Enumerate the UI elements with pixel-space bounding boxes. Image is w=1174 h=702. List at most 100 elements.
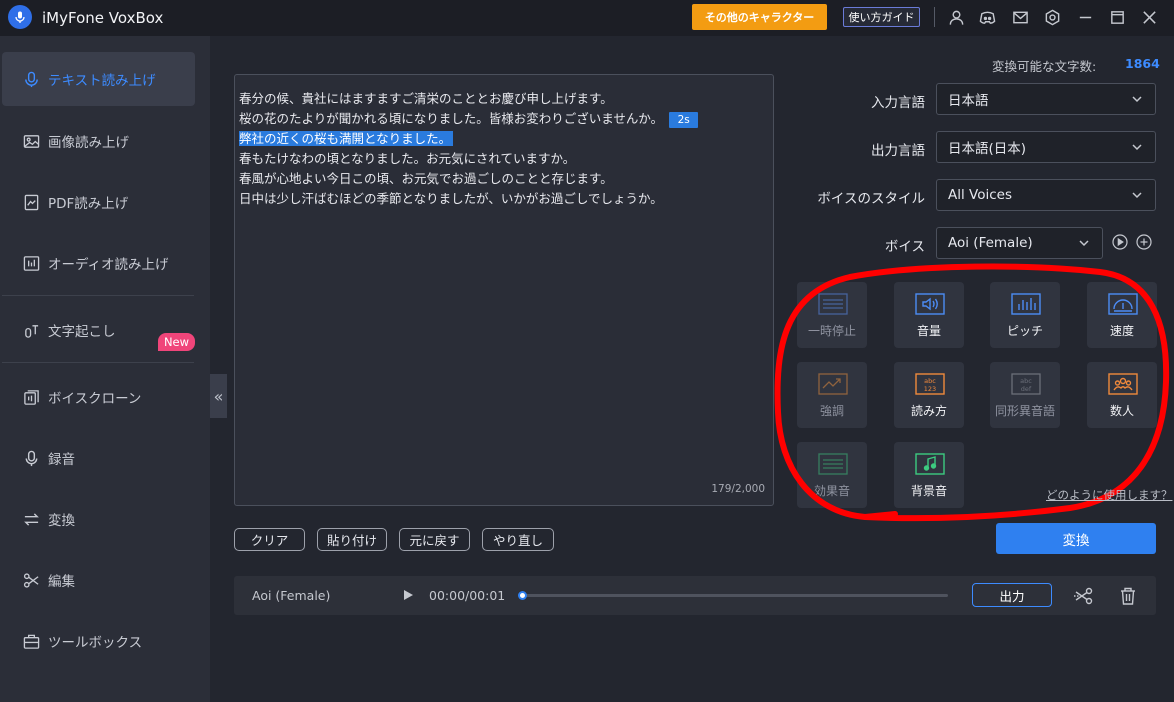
tile-label: 音量 <box>916 324 941 338</box>
speed-tile[interactable]: 速度 <box>1087 282 1157 348</box>
sidebar-item-recording[interactable]: 録音 <box>2 431 195 485</box>
audio-icon <box>22 254 40 272</box>
multi-voice-tile[interactable]: 数人 <box>1087 362 1157 428</box>
how-to-use-link[interactable]: どのように使用します？ <box>1046 487 1173 503</box>
app-title: iMyFone VoxBox <box>42 9 164 27</box>
chevron-down-icon <box>1132 96 1142 103</box>
sidebar-item-pdf-to-speech[interactable]: PDF読み上げ <box>2 175 195 229</box>
tile-label: 速度 <box>1109 324 1134 338</box>
svg-text:abc: abc <box>924 377 936 385</box>
convert-icon <box>22 510 40 528</box>
other-characters-button[interactable]: その他のキャラクター <box>692 4 827 30</box>
play-preview-icon[interactable] <box>1112 234 1128 250</box>
emphasis-icon <box>818 372 848 396</box>
pause-tile[interactable]: 一時停止 <box>797 282 867 348</box>
tile-label: 読み方 <box>910 404 947 418</box>
sidebar-item-label: ツールボックス <box>48 635 143 651</box>
undo-button[interactable]: 元に戻す <box>399 528 470 551</box>
text-editor[interactable]: 春分の候、貴社にはますますご清栄のこととお慶び申し上げます。 桜の花のたよりが聞… <box>234 74 774 506</box>
tile-label: ピッチ <box>1006 324 1043 338</box>
pause-tag[interactable]: 2s <box>669 111 699 128</box>
volume-tile[interactable]: 音量 <box>894 282 964 348</box>
voice-style-select[interactable]: All Voices <box>936 179 1156 211</box>
sidebar-item-label: PDF読み上げ <box>48 196 129 212</box>
input-language-select[interactable]: 日本語 <box>936 83 1156 115</box>
sidebar-item-convert[interactable]: 変換 <box>2 492 195 546</box>
reading-tile[interactable]: abc 123 読み方 <box>894 362 964 428</box>
homograph-icon: abc def <box>1011 372 1041 396</box>
text-line-content: 桜の花のたよりが聞かれる頃になりました。皆様お変わりございませんか。 <box>239 111 664 126</box>
text-line: 春分の候、貴社にはますますご清栄のこととお慶び申し上げます。 <box>239 91 613 106</box>
sidebar-divider <box>2 362 194 363</box>
transcribe-icon <box>22 321 40 339</box>
tile-label: 効果音 <box>813 484 850 498</box>
sidebar-item-label: オーディオ読み上げ <box>48 257 169 273</box>
redo-button[interactable]: やり直し <box>482 528 554 551</box>
tile-label: 一時停止 <box>807 324 856 338</box>
input-language-label: 入力言語 <box>871 95 925 111</box>
tile-label: 背景音 <box>910 484 947 498</box>
emphasis-tile[interactable]: 強調 <box>797 362 867 428</box>
scissors-icon[interactable] <box>1073 585 1095 607</box>
sound-effect-icon <box>818 452 848 476</box>
pitch-icon <box>1011 292 1041 316</box>
convert-button[interactable]: 変換 <box>996 523 1156 554</box>
sidebar-item-edit[interactable]: 編集 <box>2 553 195 607</box>
progress-track[interactable] <box>522 594 948 597</box>
selected-text: 弊社の近くの桜も満開となりました。 <box>239 131 454 146</box>
sidebar-item-label: 文字起こし <box>48 324 116 340</box>
paste-button[interactable]: 貼り付け <box>317 528 387 551</box>
sidebar-item-text-to-speech[interactable]: テキスト読み上げ <box>2 52 195 106</box>
output-language-select[interactable]: 日本語(日本) <box>936 131 1156 163</box>
guide-button[interactable]: 使い方ガイド <box>843 7 920 27</box>
minimize-icon[interactable] <box>1075 7 1095 27</box>
sidebar-item-audio-to-speech[interactable]: オーディオ読み上げ <box>2 236 195 290</box>
progress-knob[interactable] <box>518 591 527 600</box>
text-line: 桜の花のたよりが聞かれる頃になりました。皆様お変わりございませんか。 2s <box>239 109 769 129</box>
settings-icon[interactable] <box>1042 7 1062 27</box>
close-icon[interactable] <box>1139 7 1159 27</box>
editor-content[interactable]: 春分の候、貴社にはますますご清栄のこととお慶び申し上げます。 桜の花のたよりが聞… <box>239 89 769 209</box>
trash-icon[interactable] <box>1117 585 1139 607</box>
homograph-tile[interactable]: abc def 同形異音語 <box>990 362 1060 428</box>
clear-button[interactable]: クリア <box>234 528 305 551</box>
reading-icon: abc 123 <box>915 372 945 396</box>
sidebar-item-label: テキスト読み上げ <box>48 73 156 89</box>
sidebar-item-voice-clone[interactable]: ボイスクローン <box>2 370 195 424</box>
new-badge: New <box>158 333 195 351</box>
char-count-value: 1864 <box>1125 56 1160 71</box>
sidebar-item-label: 変換 <box>48 513 75 529</box>
svg-text:abc: abc <box>1020 377 1032 385</box>
record-icon <box>22 449 40 467</box>
clone-icon <box>22 388 40 406</box>
sidebar-item-image-to-speech[interactable]: 画像読み上げ <box>2 114 195 168</box>
discord-icon[interactable] <box>977 7 997 27</box>
title-bar: iMyFone VoxBox その他のキャラクター 使い方ガイド <box>0 0 1174 36</box>
mail-icon[interactable] <box>1010 7 1030 27</box>
sidebar-item-toolbox[interactable]: ツールボックス <box>2 614 195 668</box>
output-language-value: 日本語(日本) <box>948 141 1027 157</box>
sound-effect-tile[interactable]: 効果音 <box>797 442 867 508</box>
audio-player: Aoi (Female) 00:00/00:01 出力 <box>234 576 1156 615</box>
toolbox-icon <box>22 632 40 650</box>
sidebar-divider <box>2 295 194 296</box>
maximize-icon[interactable] <box>1107 7 1127 27</box>
voice-label: ボイス <box>884 239 925 255</box>
collapse-sidebar-button[interactable]: « <box>210 374 227 418</box>
speed-icon <box>1108 292 1138 316</box>
export-button[interactable]: 出力 <box>972 583 1052 607</box>
background-music-tile[interactable]: 背景音 <box>894 442 964 508</box>
play-icon[interactable] <box>402 589 414 601</box>
user-icon[interactable] <box>946 7 966 27</box>
add-voice-icon[interactable] <box>1136 234 1152 250</box>
text-line-selected: 弊社の近くの桜も満開となりました。 <box>239 129 769 149</box>
voice-value: Aoi (Female) <box>948 235 1033 251</box>
svg-text:def: def <box>1021 385 1032 393</box>
sidebar-item-label: 編集 <box>48 574 75 590</box>
chevron-down-icon <box>1132 192 1142 199</box>
text-line: 春風が心地よい今日この頃、お元気でお過ごしのことと存じます。 <box>239 171 613 186</box>
voice-select[interactable]: Aoi (Female) <box>936 227 1103 259</box>
pitch-tile[interactable]: ピッチ <box>990 282 1060 348</box>
voice-style-label: ボイスのスタイル <box>817 191 925 207</box>
app-logo-icon <box>8 5 32 29</box>
